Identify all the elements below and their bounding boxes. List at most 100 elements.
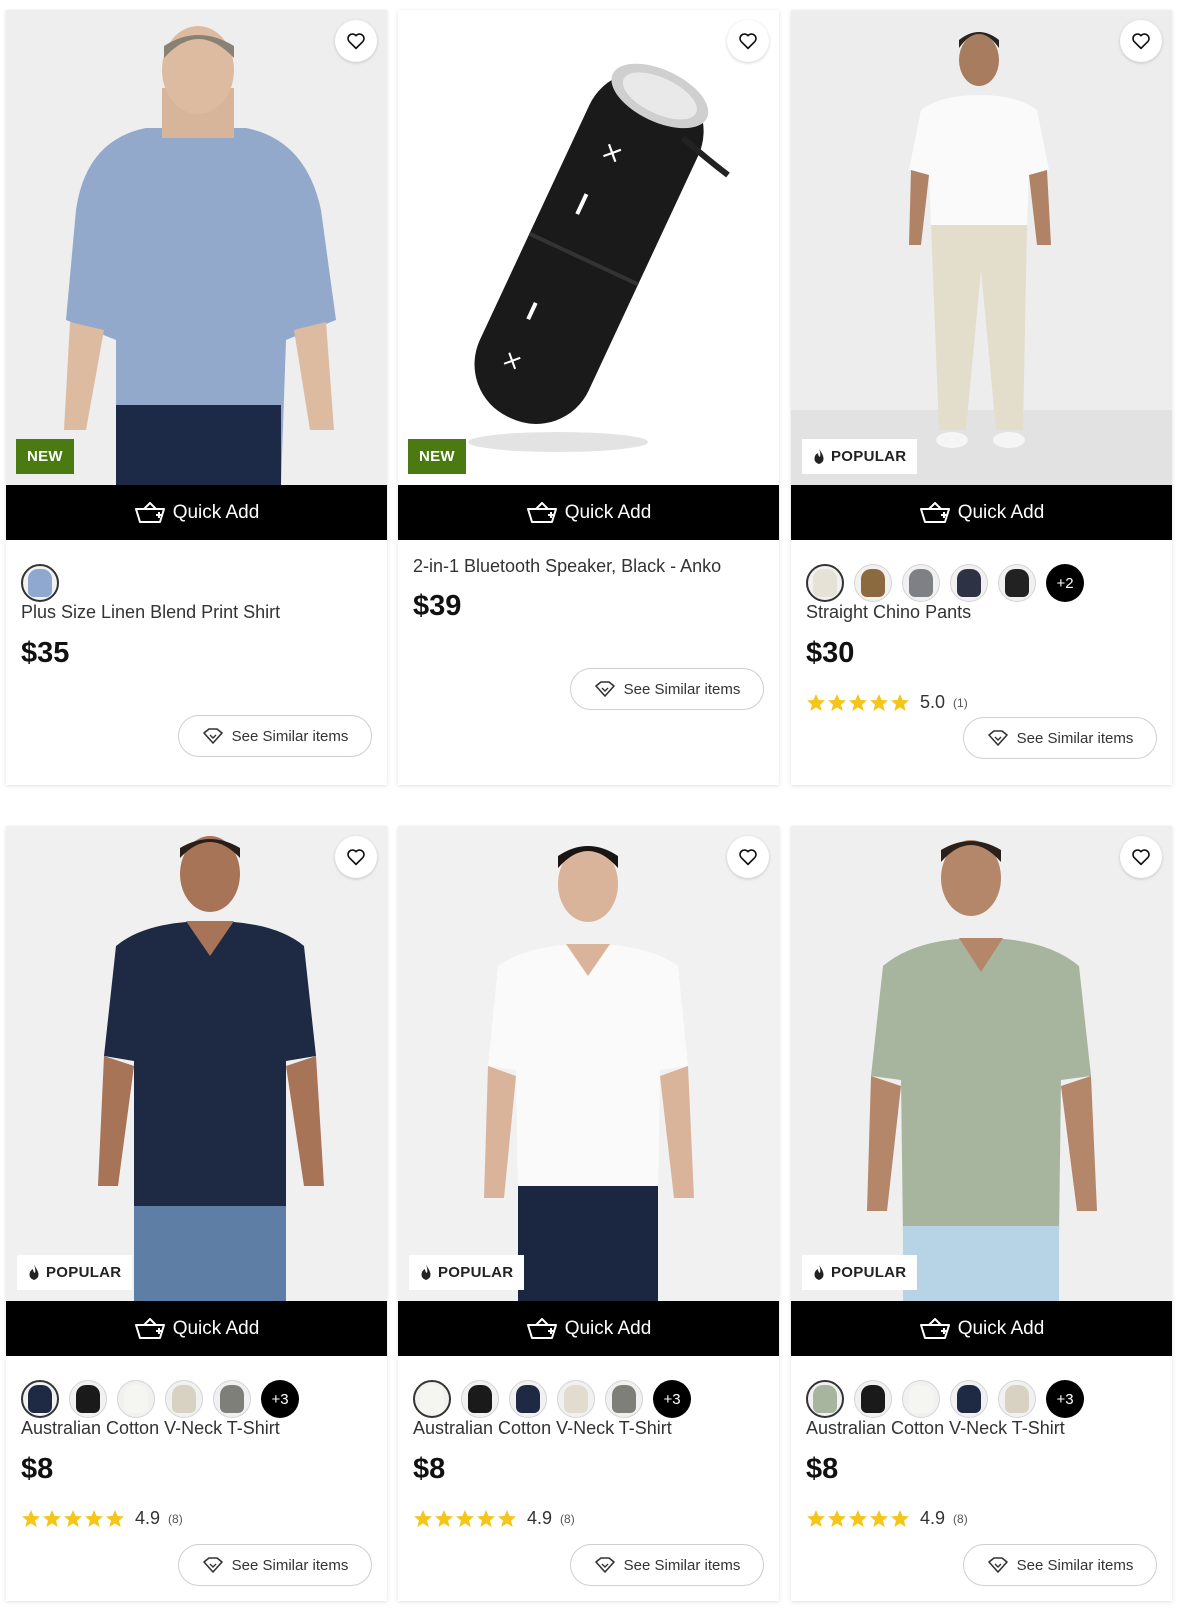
color-swatch[interactable] bbox=[605, 1380, 643, 1418]
similar-hanger-icon bbox=[987, 730, 1008, 746]
color-swatch[interactable] bbox=[854, 564, 892, 602]
rating-value: 4.9 bbox=[135, 1508, 161, 1528]
quick-add-label: Quick Add bbox=[172, 1317, 260, 1339]
product-image[interactable] bbox=[398, 826, 779, 1301]
quick-add-label: Quick Add bbox=[564, 1317, 652, 1339]
star-rating-icon bbox=[807, 693, 909, 711]
quick-add-button[interactable]: Quick Add bbox=[398, 485, 779, 540]
quick-add-button[interactable]: Quick Add bbox=[398, 1301, 779, 1356]
product-price: $8 bbox=[806, 1453, 839, 1485]
color-swatch[interactable] bbox=[557, 1380, 595, 1418]
heart-icon bbox=[739, 33, 757, 50]
wishlist-heart-button[interactable] bbox=[335, 20, 377, 62]
star-rating-icon bbox=[22, 1509, 124, 1527]
product-image[interactable]: × × bbox=[398, 10, 779, 485]
see-similar-button[interactable]: See Similar items bbox=[570, 1544, 764, 1586]
product-rating: 4.9 (8) bbox=[806, 1508, 968, 1529]
flame-icon bbox=[421, 1265, 431, 1280]
star-rating-icon bbox=[807, 1509, 909, 1527]
color-swatch[interactable] bbox=[902, 1380, 940, 1418]
color-swatch[interactable] bbox=[854, 1380, 892, 1418]
color-swatch[interactable] bbox=[902, 564, 940, 602]
product-card[interactable]: POPULAR Quick Add +3 Australian Cotton V… bbox=[398, 826, 779, 1601]
quick-add-button[interactable]: Quick Add bbox=[791, 1301, 1172, 1356]
rating-value: 5.0 bbox=[920, 692, 946, 712]
product-name[interactable]: 2-in-1 Bluetooth Speaker, Black - Anko bbox=[413, 556, 721, 577]
color-swatch[interactable] bbox=[21, 564, 59, 602]
rating-value: 4.9 bbox=[920, 1508, 946, 1528]
product-card[interactable]: POPULAR Quick Add +2 Straight Chino Pant… bbox=[791, 10, 1172, 785]
color-swatch[interactable] bbox=[998, 564, 1036, 602]
product-image[interactable] bbox=[791, 10, 1172, 485]
popular-badge: POPULAR bbox=[802, 1255, 918, 1290]
product-name[interactable]: Plus Size Linen Blend Print Shirt bbox=[21, 602, 280, 623]
quick-add-label: Quick Add bbox=[957, 501, 1045, 523]
flame-icon bbox=[29, 1265, 39, 1280]
color-swatch[interactable] bbox=[213, 1380, 251, 1418]
color-swatch[interactable] bbox=[950, 1380, 988, 1418]
product-image[interactable] bbox=[791, 826, 1172, 1301]
color-swatches: +3 bbox=[413, 1380, 691, 1418]
see-similar-button[interactable]: See Similar items bbox=[570, 668, 764, 710]
quick-add-button[interactable]: Quick Add bbox=[6, 485, 387, 540]
wishlist-heart-button[interactable] bbox=[335, 836, 377, 878]
color-swatch[interactable] bbox=[950, 564, 988, 602]
popular-badge: POPULAR bbox=[802, 439, 918, 474]
product-image[interactable] bbox=[6, 826, 387, 1301]
product-name[interactable]: Australian Cotton V-Neck T-Shirt bbox=[413, 1418, 672, 1439]
basket-icon bbox=[919, 501, 950, 523]
see-similar-label: See Similar items bbox=[1016, 1556, 1134, 1574]
quick-add-label: Quick Add bbox=[957, 1317, 1045, 1339]
heart-icon bbox=[1132, 849, 1150, 866]
badge-label: POPULAR bbox=[831, 1264, 907, 1281]
heart-icon bbox=[347, 33, 365, 50]
rating-count: (1) bbox=[953, 695, 968, 710]
color-swatch[interactable] bbox=[461, 1380, 499, 1418]
see-similar-button[interactable]: See Similar items bbox=[178, 715, 372, 757]
product-card[interactable]: POPULAR Quick Add +3 Australian Cotton V… bbox=[791, 826, 1172, 1601]
wishlist-heart-button[interactable] bbox=[727, 20, 769, 62]
product-price: $8 bbox=[413, 1453, 446, 1485]
color-swatch[interactable] bbox=[806, 1380, 844, 1418]
see-similar-label: See Similar items bbox=[231, 1556, 349, 1574]
product-name[interactable]: Straight Chino Pants bbox=[806, 602, 971, 623]
color-swatch[interactable] bbox=[806, 564, 844, 602]
wishlist-heart-button[interactable] bbox=[727, 836, 769, 878]
see-similar-label: See Similar items bbox=[623, 1556, 741, 1574]
heart-icon bbox=[739, 849, 757, 866]
quick-add-label: Quick Add bbox=[172, 501, 260, 523]
color-swatches: +3 bbox=[806, 1380, 1084, 1418]
product-card[interactable]: NEW Quick Add Plus Size Linen Blend Prin… bbox=[6, 10, 387, 785]
badge-label: POPULAR bbox=[438, 1264, 514, 1281]
color-swatch[interactable] bbox=[117, 1380, 155, 1418]
color-swatch[interactable] bbox=[165, 1380, 203, 1418]
wishlist-heart-button[interactable] bbox=[1120, 20, 1162, 62]
more-colors-button[interactable]: +2 bbox=[1046, 564, 1084, 602]
product-card[interactable]: POPULAR Quick Add +3 Australian Cotton V… bbox=[6, 826, 387, 1601]
see-similar-button[interactable]: See Similar items bbox=[963, 1544, 1157, 1586]
flame-icon bbox=[814, 1265, 824, 1280]
product-card[interactable]: × × NEW Quick Add 2-in-1 Bluetooth Speak… bbox=[398, 10, 779, 785]
wishlist-heart-button[interactable] bbox=[1120, 836, 1162, 878]
product-name[interactable]: Australian Cotton V-Neck T-Shirt bbox=[806, 1418, 1065, 1439]
quick-add-label: Quick Add bbox=[564, 501, 652, 523]
basket-icon bbox=[134, 1317, 165, 1339]
quick-add-button[interactable]: Quick Add bbox=[6, 1301, 387, 1356]
color-swatch[interactable] bbox=[509, 1380, 547, 1418]
color-swatch[interactable] bbox=[69, 1380, 107, 1418]
color-swatch[interactable] bbox=[998, 1380, 1036, 1418]
more-colors-button[interactable]: +3 bbox=[1046, 1380, 1084, 1418]
more-colors-button[interactable]: +3 bbox=[261, 1380, 299, 1418]
see-similar-button[interactable]: See Similar items bbox=[178, 1544, 372, 1586]
rating-value: 4.9 bbox=[527, 1508, 553, 1528]
see-similar-button[interactable]: See Similar items bbox=[963, 717, 1157, 759]
color-swatch[interactable] bbox=[21, 1380, 59, 1418]
basket-icon bbox=[919, 1317, 950, 1339]
product-image[interactable] bbox=[6, 10, 387, 485]
more-colors-button[interactable]: +3 bbox=[653, 1380, 691, 1418]
product-price: $30 bbox=[806, 637, 855, 669]
product-name[interactable]: Australian Cotton V-Neck T-Shirt bbox=[21, 1418, 280, 1439]
color-swatches bbox=[21, 564, 59, 602]
quick-add-button[interactable]: Quick Add bbox=[791, 485, 1172, 540]
color-swatch[interactable] bbox=[413, 1380, 451, 1418]
